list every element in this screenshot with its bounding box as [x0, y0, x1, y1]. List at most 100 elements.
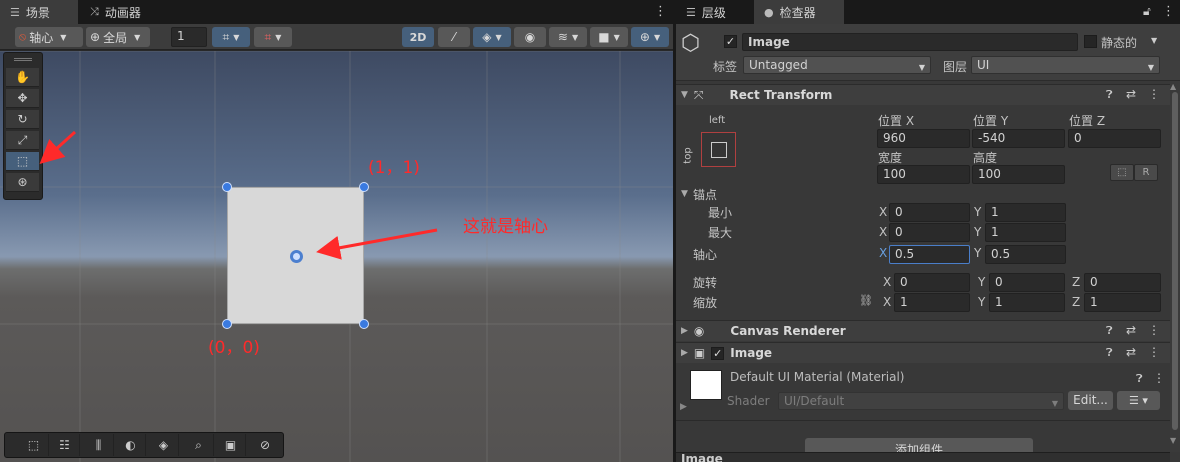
eye-icon: ◉ — [693, 324, 705, 338]
tab-animator[interactable]: ⤨ 动画器 — [80, 0, 151, 24]
pos-y-input[interactable]: -540 — [972, 129, 1065, 148]
help-icon[interactable]: ❓︎ — [1106, 88, 1113, 102]
anchor-presets-button[interactable] — [701, 132, 736, 167]
scroll-up-arrow[interactable]: ▲ — [1170, 82, 1176, 91]
help-icon[interactable]: ❓︎ — [1136, 372, 1143, 386]
anchor-min-x-input[interactable]: 0 — [889, 203, 970, 222]
corner-handle-top-right[interactable] — [359, 182, 369, 192]
mode-2d-button[interactable]: 2D — [402, 27, 434, 47]
corner-handle-bottom-left[interactable] — [222, 319, 232, 329]
tag-label: 标签 — [713, 60, 738, 74]
rect-tool[interactable]: ⬚ — [6, 152, 39, 171]
pivot-y-input[interactable]: 0.5 — [985, 245, 1066, 264]
rotation-z-input[interactable]: 0 — [1084, 273, 1161, 292]
pivot-dropdown[interactable]: ⦸ 轴心 ▼ — [15, 27, 83, 47]
scroll-thumb[interactable] — [1172, 92, 1178, 430]
corner-handle-bottom-right[interactable] — [359, 319, 369, 329]
anchor-max-y-input[interactable]: 1 — [985, 223, 1066, 242]
tag-dropdown[interactable]: Untagged ▼ — [743, 56, 931, 74]
drag-handle[interactable] — [14, 58, 32, 61]
scroll-down-arrow[interactable]: ▼ — [1170, 436, 1176, 445]
pivot-x-input[interactable]: 0.5 — [889, 245, 970, 264]
presets-icon[interactable]: ⇄ — [1126, 323, 1136, 337]
grid-snap-button[interactable]: ⌗ ▼ — [212, 27, 250, 47]
align-overlay-button[interactable]: ☷ — [50, 434, 80, 456]
move-tool[interactable]: ✥ — [6, 89, 39, 108]
static-checkbox[interactable] — [1084, 35, 1097, 48]
more-options-icon[interactable]: ⋮ — [1162, 4, 1175, 19]
hand-tool[interactable]: ✋ — [6, 68, 39, 87]
rotation-y-input[interactable]: 0 — [989, 273, 1065, 292]
blueprint-mode-button[interactable]: ⬚ — [1110, 164, 1134, 181]
more-options-icon[interactable]: ⋮ — [1153, 371, 1165, 385]
shader-dropdown[interactable]: UI/Default ▼ — [778, 392, 1064, 410]
compass-overlay-button[interactable]: ⊘ — [250, 434, 280, 456]
image-component-header[interactable]: ▶ ▣ ✓ Image — [676, 342, 1170, 363]
gizmos-dropdown[interactable]: ⊕ ▼ — [631, 27, 669, 47]
anchors-foldout-icon[interactable]: ▼ — [681, 189, 688, 199]
help-icon[interactable]: ❓︎ — [1106, 324, 1113, 338]
increment-snap-button[interactable]: ⌗ ▼ — [254, 27, 292, 47]
help-icon[interactable]: ❓︎ — [1106, 346, 1113, 360]
info-icon: ● — [764, 5, 774, 19]
pos-z-input[interactable]: 0 — [1068, 129, 1161, 148]
anchor-max-x-input[interactable]: 0 — [889, 223, 970, 242]
shader-options-button[interactable]: ☰ ▾ — [1117, 391, 1160, 410]
layer-dropdown[interactable]: UI ▼ — [971, 56, 1160, 74]
lighting-toggle[interactable]: ⁄ — [438, 27, 470, 47]
tab-scene[interactable]: ☰ 场景 — [0, 0, 78, 24]
scale-y-input[interactable]: 1 — [989, 293, 1065, 312]
global-dropdown[interactable]: ⊕ 全局 ▼ — [86, 27, 150, 47]
camera-dropdown[interactable]: ■ ▼ — [590, 27, 628, 47]
tab-hierarchy[interactable]: ☰ 层级 — [676, 0, 752, 24]
more-options-icon[interactable]: ⋮ — [1148, 345, 1160, 359]
scale-z-input[interactable]: 1 — [1084, 293, 1161, 312]
anchor-min-y-input[interactable]: 1 — [985, 203, 1066, 222]
pos-x-input[interactable]: 960 — [877, 129, 970, 148]
render-mode-dropdown[interactable]: ≋ ▼ — [549, 27, 587, 47]
scale-y-letter: Y — [978, 295, 986, 309]
anchor-square-icon — [711, 142, 727, 158]
snap-value-input[interactable]: 1 — [171, 27, 207, 47]
canvas-renderer-header[interactable]: ▶ ◉ Canvas Renderer — [676, 320, 1170, 341]
annotation-pivot-note: 这就是轴心 — [463, 217, 548, 237]
rect-icon: ⬚ — [27, 438, 40, 452]
material-preview[interactable] — [690, 370, 722, 400]
edit-shader-button[interactable]: Edit... — [1068, 391, 1113, 410]
ruler-overlay-button[interactable]: ⫼ — [84, 434, 114, 456]
presets-icon[interactable]: ⇄ — [1126, 345, 1136, 359]
presets-icon[interactable]: ⇄ — [1126, 87, 1136, 101]
more-options-icon[interactable]: ⋮ — [654, 4, 667, 19]
image-enabled-checkbox[interactable]: ✓ — [711, 346, 725, 360]
layers-dropdown[interactable]: ◈ ▼ — [473, 27, 511, 47]
rotate-tool[interactable]: ↻ — [6, 110, 39, 129]
more-options-icon[interactable]: ⋮ — [1148, 87, 1160, 101]
rect-overlay-button[interactable]: ⬚ — [19, 434, 49, 456]
search-overlay-button[interactable]: ⌕ — [184, 434, 214, 456]
visibility-toggle[interactable]: ◉ — [514, 27, 546, 47]
pivot-point[interactable] — [290, 250, 303, 263]
material-foldout-icon[interactable]: ▶ — [680, 402, 687, 412]
camera-overlay-button[interactable]: ▣ — [216, 434, 246, 456]
raw-edit-button[interactable]: R — [1134, 164, 1158, 181]
transform-tool[interactable]: ⊛ — [6, 173, 39, 192]
layers-overlay-button[interactable]: ◈ — [149, 434, 179, 456]
move-icon: ✥ — [17, 91, 28, 105]
rect-transform-header[interactable]: ▼ ⤧ Rect Transform — [676, 84, 1170, 105]
chevron-down-icon[interactable]: ▼ — [1151, 36, 1157, 45]
cube-icon: ⬡ — [681, 31, 701, 56]
tab-inspector[interactable]: ● 检查器 — [754, 0, 844, 24]
footer-label[interactable]: Image — [681, 453, 723, 462]
more-options-icon[interactable]: ⋮ — [1148, 323, 1160, 337]
scale-tool[interactable]: ⤢ — [6, 131, 39, 150]
object-name-input[interactable]: Image — [742, 33, 1078, 51]
active-checkbox[interactable]: ✓ — [724, 35, 737, 48]
corner-handle-top-left[interactable] — [222, 182, 232, 192]
link-icon[interactable]: ⛓︎ — [859, 294, 873, 307]
height-input[interactable]: 100 — [972, 165, 1065, 184]
scale-x-input[interactable]: 1 — [894, 293, 970, 312]
lock-icon[interactable]: 🔓︎ — [1143, 4, 1151, 19]
rotation-x-input[interactable]: 0 — [894, 273, 970, 292]
width-input[interactable]: 100 — [877, 165, 970, 184]
shade-overlay-button[interactable]: ◐ — [116, 434, 146, 456]
